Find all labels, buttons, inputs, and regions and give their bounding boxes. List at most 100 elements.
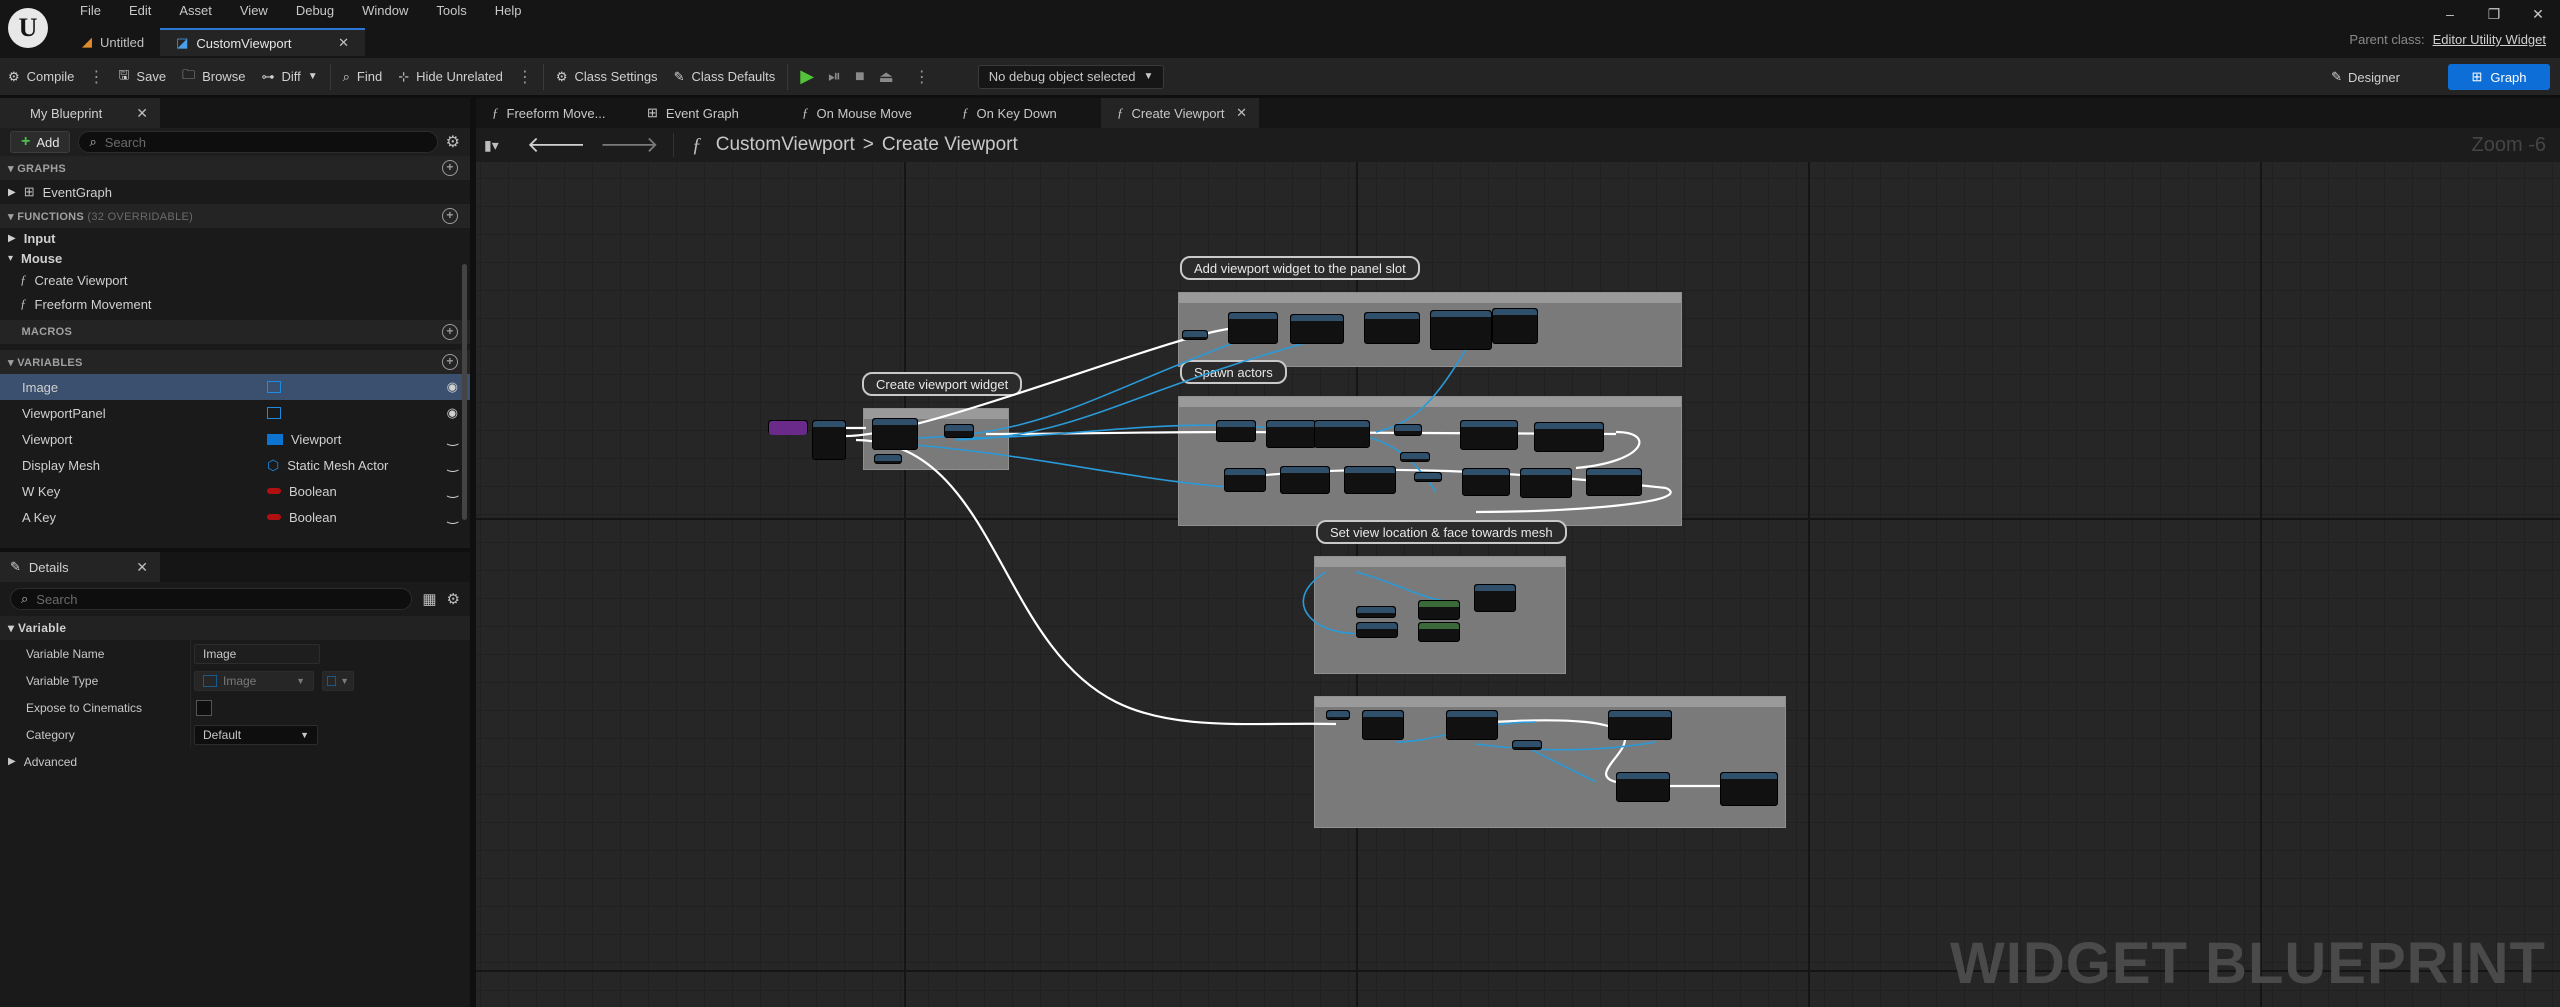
menu-view[interactable]: View [226, 0, 282, 22]
graph-node[interactable] [1414, 472, 1442, 482]
graph-node[interactable] [1430, 310, 1492, 350]
graph-node[interactable] [1228, 312, 1278, 344]
function-entry-node[interactable] [768, 420, 808, 435]
settings-gear-icon[interactable]: ⚙ [446, 132, 460, 152]
graph-node[interactable] [1474, 584, 1516, 612]
stop-icon[interactable]: ■ [855, 68, 865, 86]
graph-node[interactable] [1446, 710, 1498, 740]
expose-to-cinematics-checkbox[interactable] [196, 699, 212, 716]
hide-unrelated-options-icon[interactable]: ⋮ [511, 67, 539, 87]
doc-tab-untitled[interactable]: ◢ Untitled [66, 28, 160, 56]
close-icon[interactable]: ✕ [1236, 105, 1247, 121]
graph-tab-create-viewport[interactable]: ƒ Create Viewport ✕ [1101, 98, 1259, 128]
restore-button[interactable]: ❐ [2472, 0, 2516, 29]
eject-icon[interactable]: ⏏ [879, 67, 894, 87]
minimize-button[interactable]: – [2428, 0, 2472, 29]
my-blueprint-tab[interactable]: My Blueprint ✕ [0, 98, 160, 128]
add-button[interactable]: + Add [10, 131, 71, 153]
variable-row-w-key[interactable]: W Key Boolean ‿ [0, 478, 470, 504]
hide-unrelated-button[interactable]: ⊹ Hide Unrelated [390, 58, 511, 96]
blueprint-search-input[interactable]: ⌕ Search [78, 131, 438, 153]
parent-class-link[interactable]: Editor Utility Widget [2433, 32, 2546, 47]
expand-arrow-icon[interactable]: ▶ [8, 756, 16, 767]
function-group-input[interactable]: ▶ Input [0, 228, 470, 248]
save-button[interactable]: 🖫 Save [110, 58, 174, 96]
getter-node[interactable] [1326, 710, 1350, 720]
eye-icon[interactable]: ◉ [447, 405, 458, 421]
browse-button[interactable]: 🗀 Browse [174, 58, 253, 96]
compile-button[interactable]: ⚙ Compile [0, 58, 82, 96]
variables-section-header[interactable]: ▾ VARIABLES + [0, 350, 470, 374]
getter-node[interactable] [874, 454, 902, 464]
getter-node[interactable] [1182, 330, 1208, 340]
graph-node[interactable] [1362, 710, 1404, 740]
set-variable-node[interactable] [944, 424, 974, 438]
table-view-icon[interactable]: ▦ [422, 590, 436, 608]
graph-item-eventgraph[interactable]: ▶ ⊞ EventGraph [0, 180, 470, 204]
closed-eye-icon[interactable]: ‿ [448, 457, 458, 473]
graph-node[interactable] [1616, 772, 1670, 802]
menu-edit[interactable]: Edit [115, 0, 165, 22]
variable-row-display-mesh[interactable]: Display Mesh ⬡ Static Mesh Actor ‿ [0, 452, 470, 478]
details-search-input[interactable]: ⌕ Search [10, 588, 413, 610]
graph-node[interactable] [1520, 468, 1572, 498]
add-function-icon[interactable]: + [442, 208, 458, 224]
graph-node[interactable] [1364, 312, 1420, 344]
doc-tab-customviewport[interactable]: ◪ CustomViewport ✕ [160, 28, 366, 56]
menu-help[interactable]: Help [481, 0, 536, 22]
menu-debug[interactable]: Debug [282, 0, 348, 22]
debug-object-dropdown[interactable]: No debug object selected ▼ [977, 64, 1165, 89]
graph-node[interactable] [1356, 606, 1396, 618]
graph-node[interactable] [1356, 622, 1398, 638]
breadcrumb-root[interactable]: CustomViewport [716, 134, 855, 156]
graph-canvas[interactable]: Create viewport widget Add viewport widg… [476, 162, 2560, 1007]
find-button[interactable]: ⌕ Find [335, 58, 391, 96]
variable-row-viewportpanel[interactable]: ViewportPanel ◉ [0, 400, 470, 426]
graph-node[interactable] [1534, 422, 1604, 452]
diff-button[interactable]: ⊶ Diff ▼ [253, 58, 325, 96]
bookmark-icon[interactable]: ▮▾ [484, 137, 499, 154]
class-settings-button[interactable]: ⚙ Class Settings [548, 58, 666, 96]
graph-node[interactable] [1344, 466, 1396, 494]
graph-node[interactable] [1314, 420, 1370, 448]
graphs-section-header[interactable]: ▾ GRAPHS + [0, 156, 470, 180]
play-icon[interactable]: ▶ [800, 66, 814, 87]
graph-node[interactable] [1586, 468, 1642, 496]
graph-tab-event-graph[interactable]: ⊞ Event Graph [631, 98, 786, 128]
menu-file[interactable]: File [66, 0, 115, 22]
functions-section-header[interactable]: ▾ FUNCTIONS (32 OVERRIDABLE) + [0, 204, 470, 228]
graph-node[interactable] [1608, 710, 1672, 740]
unreal-logo-icon[interactable]: U [8, 8, 48, 48]
graph-node[interactable] [1460, 420, 1518, 450]
graph-tab-freeform-movement[interactable]: ƒ Freeform Move... [476, 98, 631, 128]
menu-asset[interactable]: Asset [165, 0, 226, 22]
close-icon[interactable]: ✕ [136, 105, 148, 122]
container-type-dropdown[interactable]: ▼ [322, 670, 354, 691]
closed-eye-icon[interactable]: ‿ [448, 483, 458, 499]
variable-row-viewport[interactable]: Viewport Viewport ‿ [0, 426, 470, 452]
graph-node[interactable] [1266, 420, 1316, 448]
macros-section-header[interactable]: MACROS + [0, 320, 470, 344]
graph-node[interactable] [1224, 468, 1266, 492]
graph-node[interactable] [1394, 424, 1422, 436]
graph-tab-on-key-down[interactable]: ƒ On Key Down [946, 98, 1101, 128]
eye-icon[interactable]: ◉ [447, 379, 458, 395]
menu-tools[interactable]: Tools [422, 0, 480, 22]
category-dropdown[interactable]: Default ▼ [194, 724, 318, 745]
graph-node[interactable] [1512, 740, 1542, 750]
graph-mode-button[interactable]: ⊞ Graph [2448, 64, 2550, 90]
compile-options-icon[interactable]: ⋮ [82, 67, 110, 87]
function-item-create-viewport[interactable]: ƒ Create Viewport [0, 268, 470, 292]
variable-name-field[interactable]: Image [194, 643, 320, 664]
expand-arrow-icon[interactable]: ▾ [8, 253, 13, 264]
graph-node[interactable] [1418, 622, 1460, 642]
variable-row-a-key[interactable]: A Key Boolean ‿ [0, 504, 470, 530]
add-variable-icon[interactable]: + [442, 354, 458, 370]
function-group-mouse[interactable]: ▾ Mouse [0, 248, 470, 268]
close-icon[interactable]: ✕ [136, 559, 148, 576]
graph-node[interactable] [1418, 600, 1460, 620]
expand-arrow-icon[interactable]: ▶ [8, 233, 16, 244]
graph-node[interactable] [1216, 420, 1256, 442]
variable-type-dropdown[interactable]: Image ▼ [194, 670, 314, 691]
create-widget-node[interactable] [872, 418, 918, 450]
